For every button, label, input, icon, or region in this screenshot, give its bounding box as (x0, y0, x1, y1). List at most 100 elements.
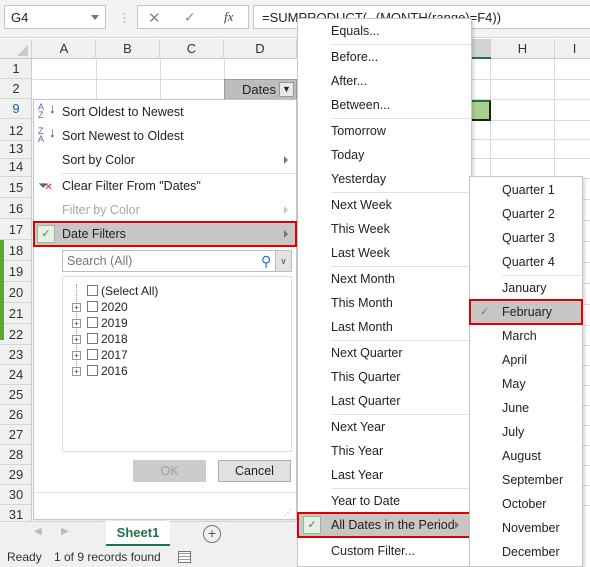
date-filters[interactable]: ✓ Date Filters (33, 221, 297, 247)
menu-item-last-quarter[interactable]: Last Quarter (298, 389, 471, 413)
menu-item-october[interactable]: October (470, 492, 582, 516)
menu-item-this-month[interactable]: This Month (298, 291, 471, 315)
menu-item-last-year[interactable]: Last Year (298, 463, 471, 487)
menu-item-year-to-date[interactable]: Year to Date (298, 489, 471, 513)
row-header[interactable]: 1 (0, 59, 32, 79)
menu-item-before[interactable]: Before... (298, 45, 471, 69)
check-icon[interactable]: ✓ (184, 9, 196, 26)
menu-item-last-month[interactable]: Last Month (298, 315, 471, 339)
scroll-left-icon[interactable]: ◀ (34, 526, 42, 537)
menu-item-today[interactable]: Today (298, 143, 471, 167)
select-all-corner[interactable] (0, 39, 32, 59)
menu-item-quarter-1[interactable]: Quarter 1 (470, 178, 582, 202)
expand-icon[interactable]: + (72, 319, 81, 328)
row-header[interactable]: 18 (0, 241, 32, 261)
column-header-i[interactable]: I (555, 39, 590, 59)
filter-search-input[interactable]: Search (All) ⚲ ∨ (62, 250, 292, 272)
column-header-d[interactable]: D (224, 39, 297, 59)
menu-item-quarter-4[interactable]: Quarter 4 (470, 250, 582, 274)
menu-item-next-month[interactable]: Next Month (298, 267, 471, 291)
menu-item-may[interactable]: May (470, 372, 582, 396)
scroll-right-icon[interactable]: ▶ (61, 526, 69, 537)
row-header[interactable]: 9 (0, 99, 32, 119)
clear-filter[interactable]: ⏷✕ Clear Filter From "Dates" (34, 174, 296, 198)
row-header[interactable]: 24 (0, 365, 32, 385)
menu-item-november[interactable]: November (470, 516, 582, 540)
row-header[interactable]: 21 (0, 304, 32, 324)
menu-item-february[interactable]: ✓ February (469, 299, 583, 325)
row-header[interactable]: 20 (0, 283, 32, 303)
row-header[interactable]: 13 (0, 139, 32, 159)
menu-item-this-year[interactable]: This Year (298, 439, 471, 463)
filter-dropdown-icon[interactable]: ▼ (279, 82, 294, 97)
row-header[interactable]: 27 (0, 425, 32, 445)
menu-item-between[interactable]: Between... (298, 93, 471, 117)
row-header[interactable]: 29 (0, 465, 32, 485)
name-box[interactable]: G4 (4, 5, 106, 29)
checkbox[interactable] (87, 301, 98, 312)
menu-item-next-year[interactable]: Next Year (298, 415, 471, 439)
menu-item-equals[interactable]: Equals... (298, 19, 471, 43)
row-header[interactable]: 22 (0, 325, 32, 345)
column-header-a[interactable]: A (33, 39, 96, 59)
row-header[interactable]: 2 (0, 79, 32, 99)
chevron-down-icon[interactable] (91, 15, 99, 20)
chevron-down-icon[interactable]: ∨ (275, 251, 291, 271)
menu-item-december[interactable]: December (470, 540, 582, 564)
menu-item-august[interactable]: August (470, 444, 582, 468)
row-header[interactable]: 25 (0, 385, 32, 405)
sort-newest-to-oldest[interactable]: Z A ↓ Sort Newest to Oldest (34, 124, 296, 148)
row-header[interactable]: 16 (0, 199, 32, 219)
resize-grip-icon[interactable]: ⋰ (284, 508, 292, 517)
checkbox[interactable] (87, 333, 98, 344)
sheet-tab-sheet1[interactable]: Sheet1 (106, 521, 170, 546)
plus-circle-icon[interactable]: + (203, 525, 221, 543)
menu-item-this-quarter[interactable]: This Quarter (298, 365, 471, 389)
menu-item-all-dates-in-period[interactable]: ✓ All Dates in the Period (297, 512, 472, 538)
menu-item-quarter-3[interactable]: Quarter 3 (470, 226, 582, 250)
ok-button[interactable]: OK (133, 460, 206, 482)
cancel-button[interactable]: Cancel (218, 460, 291, 482)
row-header[interactable]: 12 (0, 121, 32, 141)
menu-item-tomorrow[interactable]: Tomorrow (298, 119, 471, 143)
column-header-h[interactable]: H (491, 39, 555, 59)
menu-item-yesterday[interactable]: Yesterday (298, 167, 471, 191)
search-icon[interactable]: ⚲ (261, 253, 271, 270)
row-header[interactable]: 17 (0, 220, 32, 240)
checkbox[interactable] (87, 349, 98, 360)
sort-by-color[interactable]: Sort by Color (34, 148, 296, 172)
row-header[interactable]: 19 (0, 262, 32, 282)
menu-item-custom-filter[interactable]: Custom Filter... (298, 539, 471, 563)
menu-item-after[interactable]: After... (298, 69, 471, 93)
menu-item-april[interactable]: April (470, 348, 582, 372)
expand-icon[interactable]: + (72, 335, 81, 344)
menu-item-this-week[interactable]: This Week (298, 217, 471, 241)
expand-icon[interactable]: + (72, 367, 81, 376)
checkbox[interactable] (87, 285, 98, 296)
menu-item-march[interactable]: March (470, 324, 582, 348)
row-header[interactable]: 30 (0, 485, 32, 505)
menu-item-july[interactable]: July (470, 420, 582, 444)
menu-item-january[interactable]: January (470, 276, 582, 300)
row-header[interactable]: 15 (0, 178, 32, 198)
expand-icon[interactable]: + (72, 303, 81, 312)
menu-item-last-week[interactable]: Last Week (298, 241, 471, 265)
menu-item-next-week[interactable]: Next Week (298, 193, 471, 217)
row-header[interactable]: 14 (0, 157, 32, 177)
row-header[interactable]: 23 (0, 345, 32, 365)
menu-item-september[interactable]: September (470, 468, 582, 492)
column-header-c[interactable]: C (160, 39, 224, 59)
checkbox[interactable] (87, 317, 98, 328)
dates-header-cell[interactable]: Dates ▼ (224, 79, 297, 100)
checkbox[interactable] (87, 365, 98, 376)
column-header-b[interactable]: B (96, 39, 160, 59)
accessibility-icon[interactable] (178, 551, 191, 563)
menu-item-quarter-2[interactable]: Quarter 2 (470, 202, 582, 226)
fx-icon[interactable]: fx (224, 9, 233, 25)
row-header[interactable]: 26 (0, 405, 32, 425)
close-icon[interactable]: ✕ (148, 9, 161, 27)
sort-oldest-to-newest[interactable]: A Z ↓ Sort Oldest to Newest (34, 100, 296, 124)
menu-item-next-quarter[interactable]: Next Quarter (298, 341, 471, 365)
expand-icon[interactable]: + (72, 351, 81, 360)
menu-item-june[interactable]: June (470, 396, 582, 420)
